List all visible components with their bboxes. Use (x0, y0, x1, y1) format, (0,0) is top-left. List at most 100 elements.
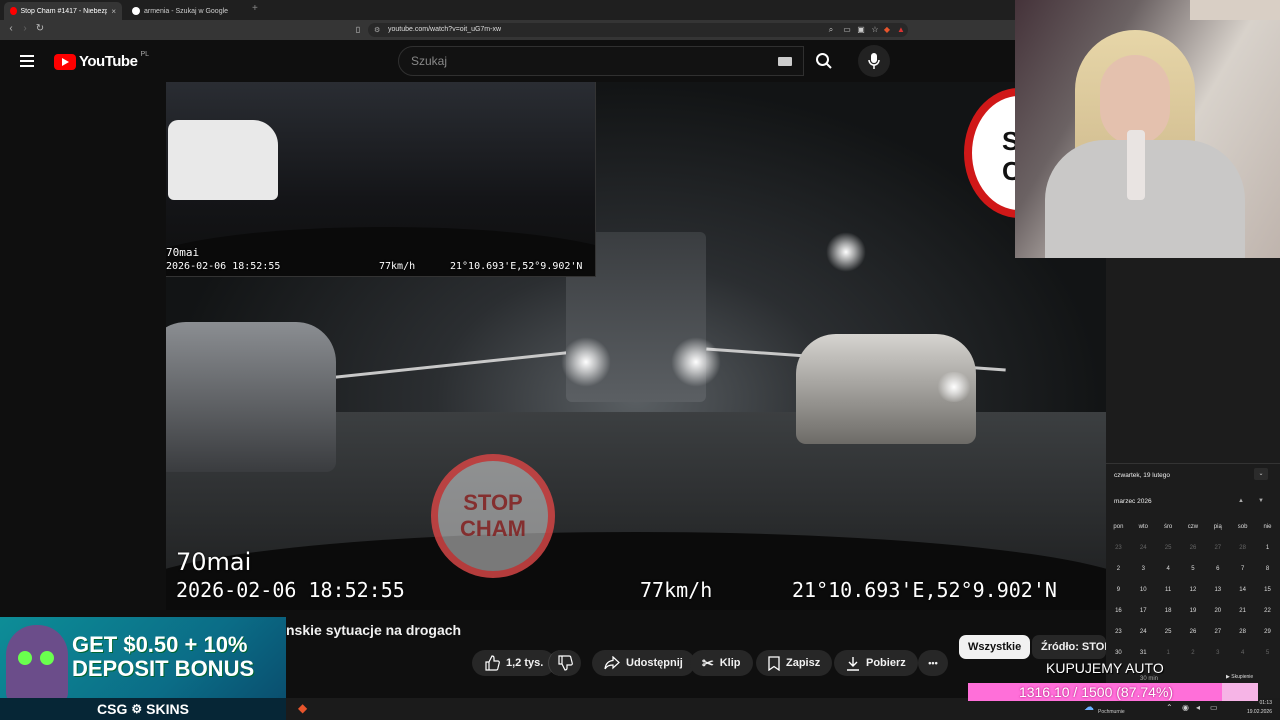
calendar-day[interactable]: 5 (1183, 566, 1203, 572)
save-button[interactable]: Zapisz (756, 650, 833, 676)
forward-icon[interactable]: › (18, 23, 32, 34)
site-info-icon[interactable]: ⚙ (374, 26, 380, 34)
calendar-day[interactable]: 15 (1257, 587, 1277, 593)
calendar-week-row: 9 10 11 12 13 14 15 (1106, 587, 1280, 593)
download-button[interactable]: Pobierz (834, 650, 918, 676)
calendar-day[interactable]: 11 (1158, 587, 1178, 593)
calendar-day[interactable]: 28 (1233, 545, 1253, 551)
calendar-day[interactable]: 19 (1183, 608, 1203, 614)
donation-goal-text: 1316.10 / 1500 (87.74%) (1018, 684, 1174, 700)
csgoskins-ad-banner[interactable]: GET $0.50 + 10% DEPOSIT BONUS CSG ⚙ SKIN… (0, 617, 286, 720)
focus-duration[interactable]: 30 min (1140, 676, 1158, 682)
calendar-day[interactable]: 7 (1233, 566, 1253, 572)
calendar-day[interactable]: 4 (1158, 566, 1178, 572)
clock-date[interactable]: 19.02.2026 (1238, 709, 1272, 715)
calendar-day[interactable]: 6 (1208, 566, 1228, 572)
calendar-day[interactable]: 13 (1208, 587, 1228, 593)
brave-shield-icon[interactable]: ◆ (882, 25, 892, 35)
more-actions-button[interactable]: ••• (918, 650, 948, 676)
calendar-day[interactable]: 10 (1133, 587, 1153, 593)
dashcam-brand: 70mai (176, 548, 252, 576)
streamer-sweater (1045, 140, 1245, 258)
like-button[interactable]: 1,2 tys. (472, 650, 556, 676)
calendar-day[interactable]: 25 (1158, 545, 1178, 551)
next-month-icon[interactable]: ▼ (1258, 498, 1264, 504)
brave-taskbar-icon[interactable]: ◆ (298, 701, 307, 715)
search-button[interactable] (804, 46, 844, 76)
chip-source-label: Źródło: STOP (1041, 641, 1106, 653)
rewards-icon[interactable]: ▲ (896, 25, 906, 35)
calendar-day[interactable]: 2 (1183, 650, 1203, 656)
battery-icon[interactable]: ▭ (1210, 703, 1218, 712)
calendar-day[interactable]: 21 (1233, 608, 1253, 614)
calendar-day[interactable]: 14 (1233, 587, 1253, 593)
calendar-day[interactable]: 23 (1108, 545, 1128, 551)
calendar-day[interactable]: 5 (1257, 650, 1277, 656)
reload-icon[interactable]: ↻ (33, 23, 47, 34)
calendar-day[interactable]: 29 (1257, 629, 1277, 635)
tab-stop-cham[interactable]: Stop Cham #1417 - Niebezpiecz... × (4, 2, 122, 20)
calendar-day[interactable]: 30 (1108, 650, 1128, 656)
tab-armenia-search[interactable]: armenia - Szukaj w Google (126, 2, 248, 20)
calendar-day[interactable]: 12 (1183, 587, 1203, 593)
star-icon[interactable]: ☆ (870, 25, 880, 35)
new-tab-icon[interactable]: + (252, 3, 258, 14)
calendar-week-row: 16 17 18 19 20 21 22 (1106, 608, 1280, 614)
close-tab-icon[interactable]: × (111, 7, 116, 16)
focus-button[interactable]: ▶ Skupienie (1226, 674, 1253, 680)
calendar-day[interactable]: 1 (1257, 545, 1277, 551)
calendar-day[interactable]: 24 (1133, 629, 1153, 635)
calendar-day[interactable]: 1 (1158, 650, 1178, 656)
weekday-label: czw (1187, 524, 1199, 530)
stop-cham-watermark: STOP CHAM (431, 454, 555, 578)
calendar-day[interactable]: 26 (1183, 629, 1203, 635)
chip-all[interactable]: Wszystkie (959, 635, 1031, 659)
back-icon[interactable]: ‹ (4, 23, 18, 34)
voice-search-button[interactable] (858, 45, 890, 77)
prev-month-icon[interactable]: ▲ (1238, 498, 1244, 504)
calendar-day[interactable]: 26 (1183, 545, 1203, 551)
calendar-month[interactable]: marzec 2026 (1114, 498, 1152, 505)
calendar-day[interactable]: 22 (1257, 608, 1277, 614)
calendar-day[interactable]: 3 (1208, 650, 1228, 656)
chip-source[interactable]: Źródło: STOP (1032, 635, 1106, 659)
calendar-date-header: czwartek, 19 lutego (1114, 472, 1171, 479)
calendar-day[interactable]: 25 (1158, 629, 1178, 635)
collapse-calendar-icon[interactable]: ⌄ (1254, 468, 1268, 480)
calendar-day[interactable]: 16 (1108, 608, 1128, 614)
network-icon[interactable]: ◉ (1182, 703, 1189, 712)
calendar-day[interactable]: 17 (1133, 608, 1153, 614)
tray-chevron-icon[interactable]: ⌃ (1166, 703, 1173, 712)
calendar-day[interactable]: 9 (1108, 587, 1128, 593)
keyboard-icon[interactable] (778, 57, 792, 66)
youtube-logo[interactable]: YouTube PL (54, 51, 149, 70)
search-input[interactable]: Szukaj (398, 46, 804, 76)
calendar-day[interactable]: 20 (1208, 608, 1228, 614)
cast-icon[interactable]: ▭ (842, 25, 852, 35)
thumbs-down-icon (558, 655, 573, 671)
bookmark-icon[interactable]: ▯ (353, 25, 363, 35)
hamburger-menu-icon[interactable] (20, 55, 34, 70)
calendar-day[interactable]: 31 (1133, 650, 1153, 656)
calendar-day[interactable]: 27 (1208, 545, 1228, 551)
calendar-day[interactable]: 8 (1257, 566, 1277, 572)
ad-brand-2: SKINS (146, 701, 189, 717)
calendar-day[interactable]: 3 (1133, 566, 1153, 572)
volume-icon[interactable]: ◂ (1196, 703, 1200, 712)
share-button[interactable]: Udostępnij (592, 650, 695, 676)
calendar-day[interactable]: 18 (1158, 608, 1178, 614)
pip-icon[interactable]: ▣ (856, 25, 866, 35)
video-player[interactable]: 70mai 2026-02-06 18:52:55 77km/h 21°10.6… (166, 82, 1106, 610)
calendar-day[interactable]: 23 (1108, 629, 1128, 635)
clip-button[interactable]: ✂ Klip (690, 650, 753, 676)
calendar-day[interactable]: 24 (1133, 545, 1153, 551)
calendar-week-row: 30 31 1 2 3 4 5 (1106, 650, 1280, 656)
calendar-day[interactable]: 27 (1208, 629, 1228, 635)
calendar-day[interactable]: 2 (1108, 566, 1128, 572)
zoom-icon[interactable]: ⌕ (826, 25, 836, 35)
focus-button-label: Skupienie (1231, 674, 1254, 680)
dislike-button[interactable] (548, 650, 581, 676)
calendar-day[interactable]: 28 (1233, 629, 1253, 635)
more-icon: ••• (928, 658, 938, 668)
calendar-day[interactable]: 4 (1233, 650, 1253, 656)
